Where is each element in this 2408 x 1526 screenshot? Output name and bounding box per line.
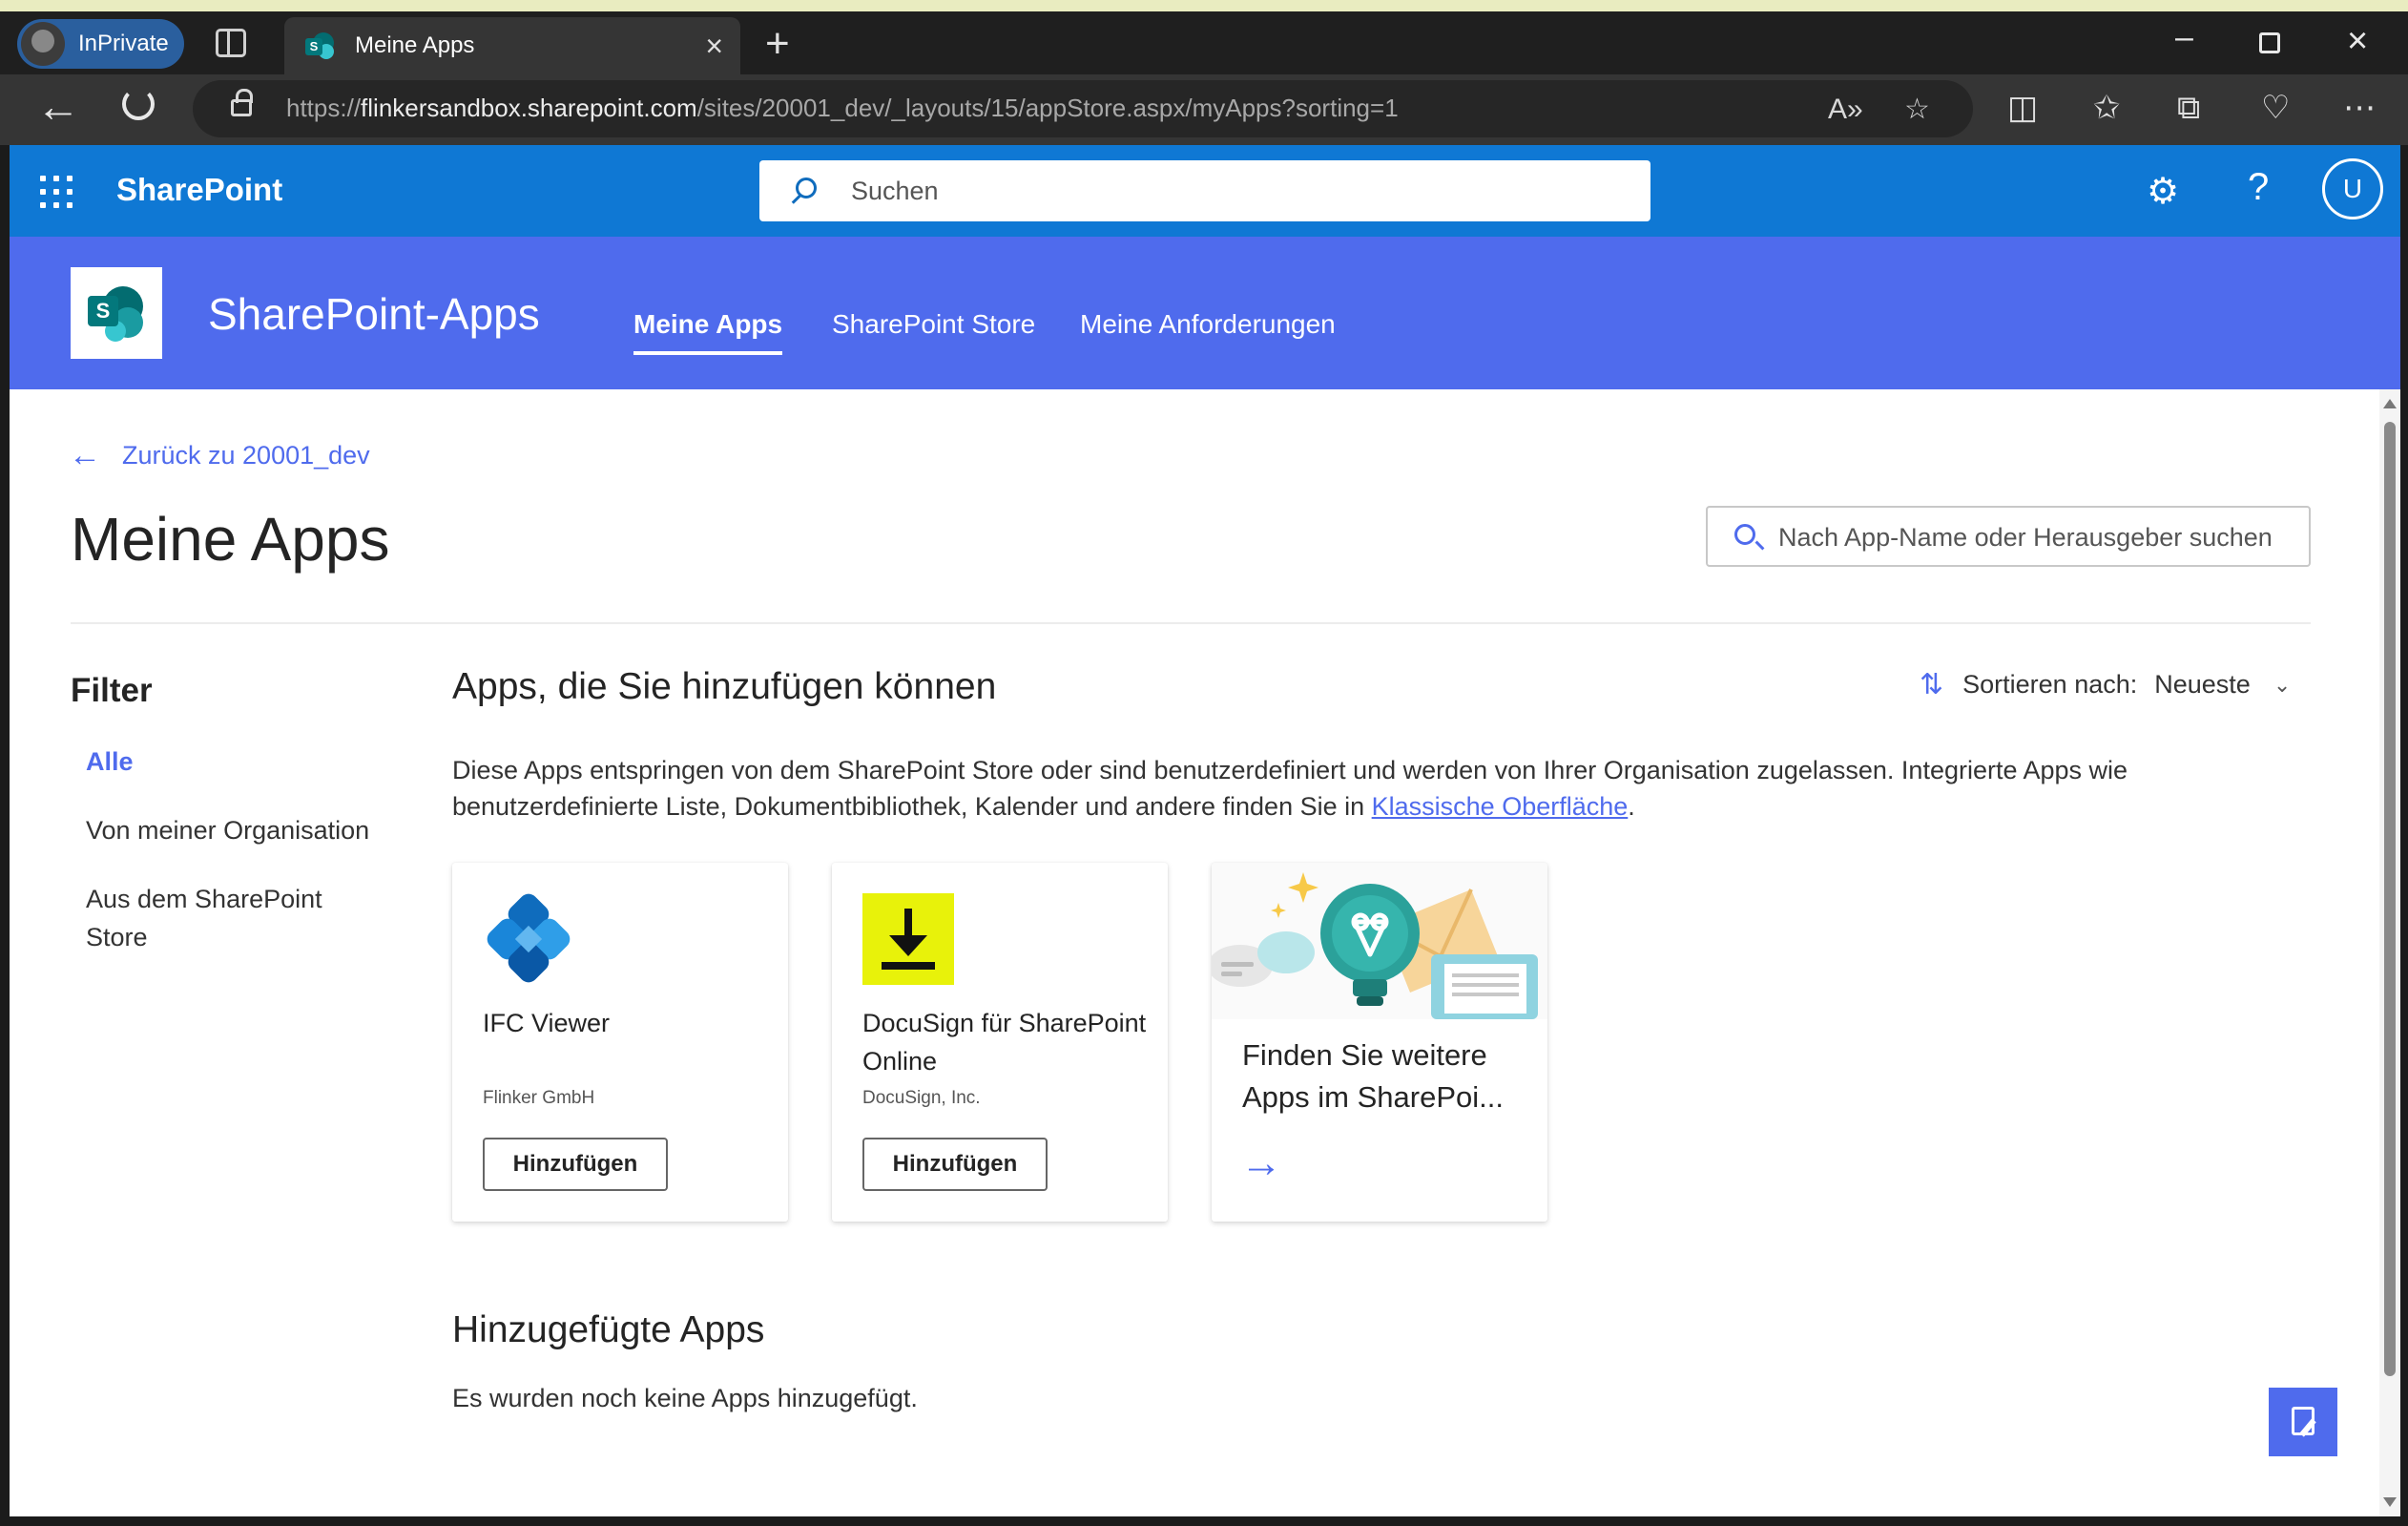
- add-app-button[interactable]: Hinzufügen: [862, 1138, 1048, 1191]
- read-aloud-icon[interactable]: A»: [1828, 95, 1863, 124]
- suite-bar: SharePoint ⚙ ? U: [10, 145, 2400, 237]
- ifc-viewer-logo-icon: [483, 893, 574, 985]
- docusign-logo-icon: [862, 893, 954, 985]
- tab-actions-icon[interactable]: [216, 29, 246, 57]
- browser-essentials-icon[interactable]: ♡: [2261, 92, 2290, 124]
- filter-item-organisation[interactable]: Von meiner Organisation: [86, 811, 401, 849]
- window-close-icon[interactable]: ×: [2347, 21, 2368, 62]
- find-more-apps-text: Finden Sie weitere Apps im SharePoi...: [1242, 1038, 1504, 1114]
- suite-app-name[interactable]: SharePoint: [116, 172, 282, 208]
- arrow-left-icon: ←: [69, 437, 101, 473]
- search-icon: [796, 178, 817, 199]
- hub-header: S SharePoint-Apps Meine Apps SharePoint …: [10, 237, 2400, 389]
- suite-search-input[interactable]: [851, 174, 1595, 208]
- available-apps-heading: Apps, die Sie hinzufügen können: [452, 666, 997, 707]
- address-bar[interactable]: https://flinkersandbox.sharepoint.com/si…: [193, 80, 1973, 137]
- inprivate-label: InPrivate: [78, 31, 169, 56]
- add-app-button[interactable]: Hinzufügen: [483, 1138, 668, 1191]
- split-screen-icon[interactable]: ◫: [2007, 92, 2038, 124]
- store-illustration: [1212, 863, 1547, 1019]
- arrow-right-icon[interactable]: →: [1240, 1139, 1282, 1187]
- feedback-button[interactable]: [2269, 1388, 2337, 1456]
- back-to-site-link[interactable]: ← Zurück zu 20001_dev: [69, 437, 370, 474]
- inprivate-profile-button[interactable]: InPrivate: [17, 19, 184, 69]
- sort-label: Sortieren nach:: [1962, 670, 2138, 699]
- new-tab-icon[interactable]: +: [765, 23, 790, 65]
- sharepoint-logo-icon: S: [71, 267, 162, 359]
- page-title: Meine Apps: [71, 505, 390, 574]
- favorite-star-icon[interactable]: ☆: [1904, 95, 1930, 124]
- app-publisher: Flinker GmbH: [483, 1088, 595, 1108]
- app-search-box[interactable]: [1706, 506, 2311, 567]
- classic-experience-link[interactable]: Klassische Oberfläche: [1372, 792, 1629, 821]
- close-tab-icon[interactable]: ×: [705, 31, 723, 61]
- user-avatar[interactable]: U: [2322, 158, 2383, 219]
- added-apps-heading: Hinzugefügte Apps: [452, 1309, 765, 1350]
- sort-dropdown[interactable]: ⇅ Sortieren nach: Neueste ⌄: [1920, 668, 2291, 701]
- tab-title: Meine Apps: [355, 32, 475, 58]
- scroll-down-icon[interactable]: [2383, 1497, 2397, 1507]
- scroll-thumb[interactable]: [2384, 422, 2396, 1376]
- back-link-label: Zurück zu 20001_dev: [122, 441, 370, 470]
- sharepoint-favicon-icon: S: [305, 31, 336, 61]
- app-card-find-more[interactable]: Finden Sie weitere Apps im SharePoi... →: [1212, 863, 1547, 1222]
- profile-avatar-icon: [21, 22, 65, 66]
- filter-heading: Filter: [71, 672, 153, 709]
- browser-tab[interactable]: S Meine Apps ×: [284, 17, 740, 74]
- added-apps-empty-text: Es wurden noch keine Apps hinzugefügt.: [452, 1384, 918, 1412]
- page-scrollbar[interactable]: [2379, 389, 2400, 1516]
- filter-item-store[interactable]: Aus dem SharePoint Store: [86, 880, 353, 956]
- sharepoint-page: SharePoint ⚙ ? U S SharePoint-Apps Meine…: [10, 145, 2400, 1516]
- settings-gear-icon[interactable]: ⚙: [2147, 174, 2179, 210]
- nav-tab-meine-anforderungen[interactable]: Meine Anforderungen: [1080, 309, 1336, 340]
- sort-icon: ⇅: [1920, 669, 1944, 700]
- lock-icon[interactable]: [231, 89, 253, 116]
- app-launcher-icon[interactable]: [40, 176, 73, 208]
- app-card-ifc-viewer[interactable]: IFC Viewer Flinker GmbH Hinzufügen: [452, 863, 788, 1222]
- minimize-icon[interactable]: –: [2175, 19, 2193, 56]
- reload-icon[interactable]: [122, 88, 155, 120]
- search-icon: [1734, 524, 1755, 545]
- suite-search-box[interactable]: [759, 160, 1650, 221]
- nav-tab-meine-apps[interactable]: Meine Apps: [633, 309, 783, 355]
- browser-tab-bar: InPrivate S Meine Apps × + – ×: [0, 11, 2408, 74]
- browser-toolbar: ← https://flinkersandbox.sharepoint.com/…: [0, 74, 2408, 145]
- restore-icon[interactable]: [2259, 32, 2280, 53]
- desktop-strip: [0, 0, 2408, 11]
- help-icon[interactable]: ?: [2248, 166, 2269, 209]
- app-card-docusign[interactable]: DocuSign für SharePoint Online DocuSign,…: [832, 863, 1168, 1222]
- url-text[interactable]: https://flinkersandbox.sharepoint.com/si…: [286, 94, 1399, 123]
- chevron-down-icon: ⌄: [2273, 672, 2292, 697]
- sort-value: Neueste: [2154, 670, 2251, 699]
- more-options-icon[interactable]: ⋯: [2343, 92, 2376, 124]
- available-apps-description: Diese Apps entspringen von dem SharePoin…: [452, 756, 2128, 821]
- back-icon[interactable]: ←: [36, 84, 80, 128]
- favorites-icon[interactable]: ✩: [2093, 92, 2121, 124]
- app-name: DocuSign für SharePoint Online: [862, 1009, 1147, 1076]
- divider: [71, 622, 2311, 624]
- app-search-input[interactable]: [1778, 521, 2284, 554]
- hub-title: SharePoint-Apps: [208, 289, 540, 339]
- app-publisher: DocuSign, Inc.: [862, 1088, 981, 1108]
- nav-tab-sharepoint-store[interactable]: SharePoint Store: [832, 309, 1035, 340]
- filter-item-alle[interactable]: Alle: [86, 742, 401, 781]
- collections-icon[interactable]: ⧉: [2177, 92, 2200, 124]
- app-name: IFC Viewer: [483, 1009, 611, 1037]
- scroll-up-icon[interactable]: [2383, 399, 2397, 408]
